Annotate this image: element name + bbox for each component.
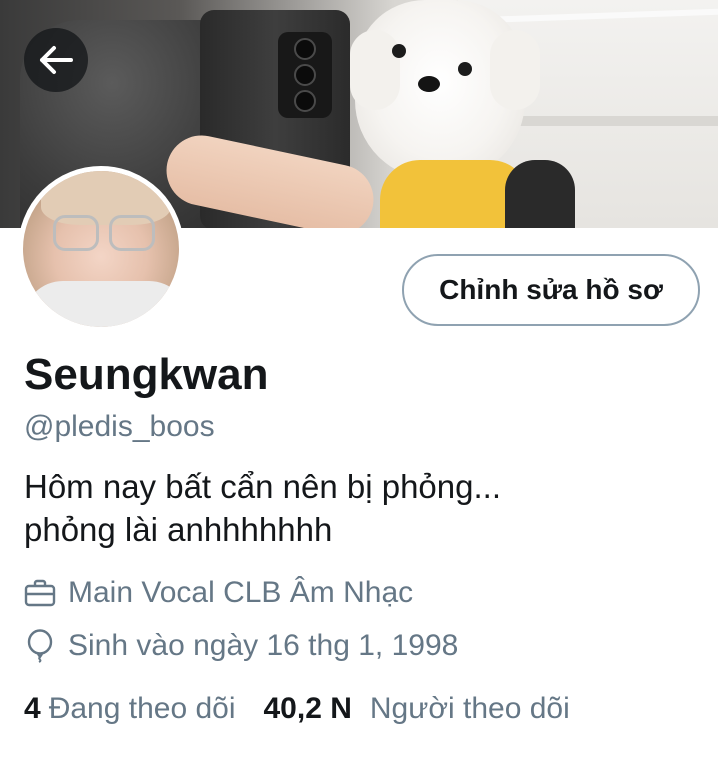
banner-camera-lens: [294, 90, 316, 112]
following-label: Đang theo dõi: [48, 692, 236, 725]
profile-avatar[interactable]: [18, 166, 184, 332]
avatar-hoodie: [23, 281, 179, 327]
briefcase-icon: [24, 579, 56, 607]
banner-dog-eye: [458, 62, 472, 76]
profile-job: Main Vocal CLB Âm Nhạc: [24, 576, 413, 610]
profile-birthday: Sinh vào ngày 16 thg 1, 1998: [24, 629, 458, 663]
banner-camera-lens: [294, 64, 316, 86]
banner-dog-eye: [392, 44, 406, 58]
arrow-left-icon: [40, 46, 73, 74]
job-text: Main Vocal CLB Âm Nhạc: [68, 576, 414, 609]
followers-count: 40,2 N: [263, 692, 352, 725]
following-count: 4: [24, 692, 41, 725]
banner-dog-nose: [418, 76, 440, 92]
followers-label: Người theo dõi: [369, 692, 570, 725]
bio-line: Hôm nay bất cẩn nên bị phỏng...: [24, 468, 501, 505]
profile-name: Seungkwan: [24, 350, 269, 399]
back-button[interactable]: [24, 28, 88, 92]
birthday-text: Sinh vào ngày 16 thg 1, 1998: [68, 629, 459, 662]
banner-dog-ear: [490, 30, 540, 110]
avatar-glasses: [53, 215, 99, 251]
banner-dark-object: [505, 160, 575, 228]
followers-link[interactable]: 40,2 N Người theo dõi: [264, 692, 570, 726]
banner-dog-ear: [350, 30, 400, 110]
edit-profile-button[interactable]: Chỉnh sửa hồ sơ: [402, 254, 700, 326]
profile-stats: 4 Đang theo dõi 40,2 N Người theo dõi: [24, 692, 570, 726]
avatar-glasses: [109, 215, 155, 251]
balloon-icon: [27, 629, 53, 663]
bio-line: phỏng lài anhhhhhhh: [24, 511, 333, 548]
profile-bio: Hôm nay bất cẩn nên bị phỏng... phỏng là…: [24, 465, 694, 551]
banner-shelf: [498, 116, 718, 126]
profile-handle: @pledis_boos: [24, 410, 215, 443]
following-link[interactable]: 4 Đang theo dõi: [24, 692, 236, 726]
banner-camera-lens: [294, 38, 316, 60]
